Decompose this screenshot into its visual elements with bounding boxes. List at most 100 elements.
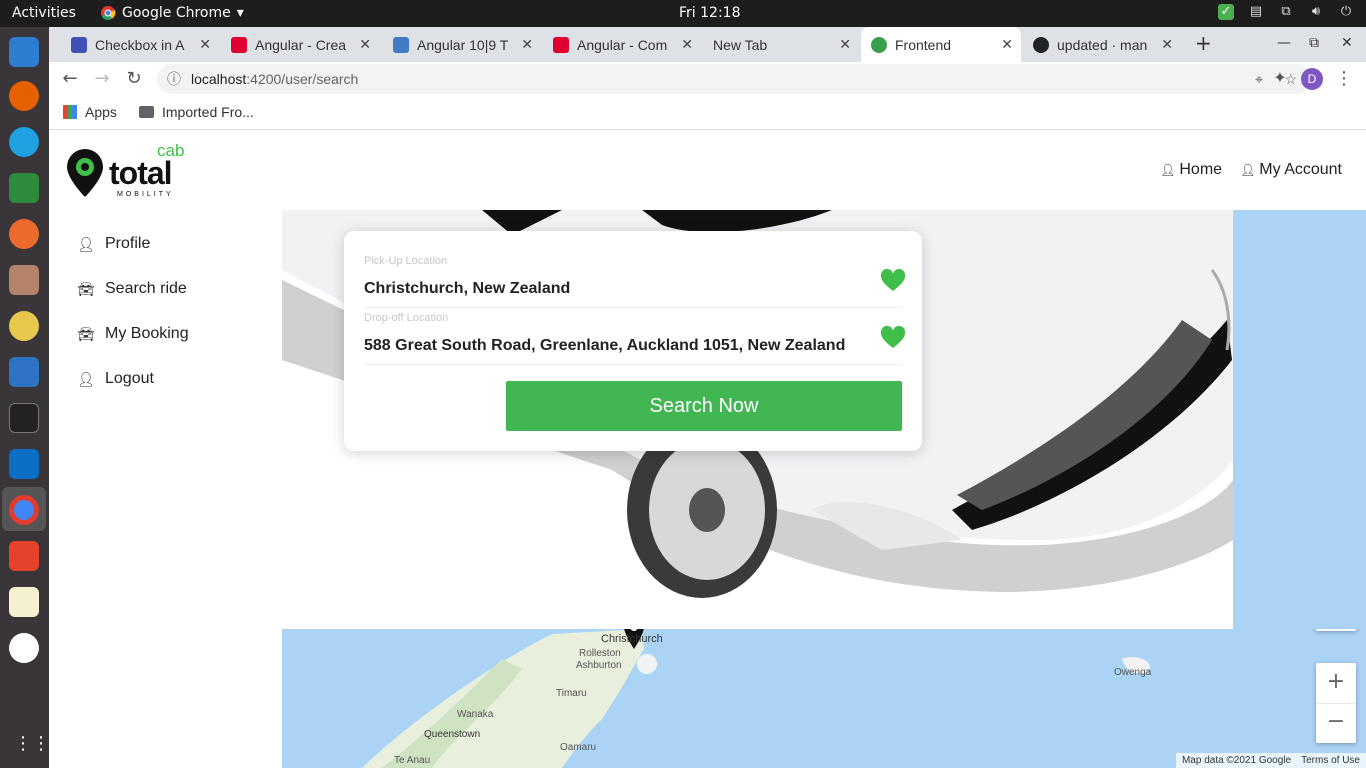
text-editor-icon[interactable] [9,587,39,617]
tab-checkbox[interactable]: Checkbox in A ✕ [61,27,219,62]
bookmark-label: Imported Fro... [162,104,254,120]
firefox-icon[interactable] [9,81,39,111]
map-attribution: Map data ©2021 Google [1181,755,1292,766]
info-icon[interactable]: ⓘ [167,64,181,94]
network-icon[interactable]: ⧉ [1278,4,1294,20]
map-attribution-bar: Map data ©2021 Google Terms of Use [1175,753,1366,768]
minimize-button[interactable]: — [1277,35,1291,51]
close-icon[interactable]: ✕ [681,36,693,53]
forward-arrow-icon[interactable]: → [91,68,113,89]
close-icon[interactable]: ✕ [1161,36,1173,53]
pegman-icon[interactable]: 🚶︎ [1316,629,1356,631]
restore-button[interactable]: ⧉ [1309,35,1319,51]
address-bar[interactable]: ⓘ localhost:4200/user/search ⌖ ☆ [157,64,1311,94]
postman-icon[interactable] [9,219,39,249]
new-tab-button[interactable]: + [1195,31,1212,55]
map-water [1233,210,1366,629]
tab-angular-tutorial[interactable]: Angular 10|9 T ✕ [383,27,541,62]
window-close-button[interactable]: ✕ [1341,35,1353,51]
divider [364,307,902,308]
app-menu[interactable]: Google Chrome ▾ [100,5,244,21]
close-icon[interactable]: ✕ [359,36,371,53]
sidebar: 👤︎ Profile 🚘︎ Search ride 🚘︎ My Booking … [77,221,277,401]
back-arrow-icon[interactable]: ← [59,68,81,89]
tab-angular-create[interactable]: Angular - Crea ✕ [221,27,379,62]
clock[interactable]: Fri 12:18 [679,5,740,21]
tab-angular-component[interactable]: Angular - Com ✕ [543,27,701,62]
bookmark-imported[interactable]: Imported Fro... [139,104,254,120]
heart-icon[interactable] [880,269,906,293]
close-icon[interactable]: ✕ [839,36,851,53]
folder-icon [139,106,154,118]
bookmark-label: Apps [85,104,117,120]
sidebar-item-profile[interactable]: 👤︎ Profile [77,221,277,266]
logo-sub-text: MOBILITY [117,191,174,198]
checkbox-site-icon [71,36,87,53]
tab-title: Frontend [895,36,952,53]
tutorial-site-icon [393,36,409,53]
map-place-label: Ashburton [576,660,622,671]
location-icon[interactable]: ⌖ [1255,64,1263,94]
extensions-icon[interactable]: ✦ [1269,68,1291,87]
pickup-input[interactable]: Christchurch, New Zealand [364,280,570,298]
vscode-icon[interactable] [9,37,39,67]
sidebar-item-label: My Booking [105,324,189,342]
close-icon[interactable]: ✕ [521,36,533,53]
tab-title: Angular - Crea [255,36,347,53]
menu-dots-icon[interactable]: ⋮ [1333,68,1355,89]
car-icon: 🚘︎ [77,325,95,342]
dropoff-input[interactable]: 588 Great South Road, Greenlane, Aucklan… [364,337,845,355]
spreadsheet-icon[interactable] [9,173,39,203]
nav-label: My Account [1259,161,1342,178]
browser-chrome: Checkbox in A ✕ Angular - Crea ✕ Angular… [49,27,1366,131]
screenshot-icon[interactable] [9,541,39,571]
keyboard-icon[interactable]: ▤ [1248,4,1264,20]
tab-frontend[interactable]: Frontend ✕ [861,27,1021,62]
tab-github[interactable]: updated · man ✕ [1023,27,1181,62]
writer-icon[interactable] [9,357,39,387]
url-path: :4200/user/search [246,71,359,87]
close-icon[interactable]: ✕ [199,36,211,53]
mongodb-icon[interactable] [9,633,39,663]
sidebar-item-logout[interactable]: 👤︎ Logout [77,356,277,401]
reload-icon[interactable]: ↻ [123,68,145,89]
apps-grid-icon [63,105,77,119]
chrome-icon [101,6,116,20]
dock: ⋮⋮⋮ [0,27,68,768]
site-logo[interactable]: total cab MOBILITY [65,141,189,199]
sidebar-item-search-ride[interactable]: 🚘︎ Search ride [77,266,277,311]
sidebar-item-my-booking[interactable]: 🚘︎ My Booking [77,311,277,356]
angular-icon [553,36,569,53]
nav-my-account[interactable]: 👤︎ My Account [1240,161,1342,179]
map-terms-link[interactable]: Terms of Use [1301,755,1360,766]
outlook-icon[interactable] [9,449,39,479]
update-icon[interactable]: ✓ [1218,4,1234,20]
heart-icon[interactable] [880,326,906,350]
skype-icon[interactable] [9,127,39,157]
dropoff-label: Drop-off Location [364,312,449,324]
search-now-button[interactable]: Search Now [506,381,902,431]
terminal-icon[interactable] [9,403,39,433]
zoom-out-button[interactable]: − [1316,703,1356,743]
nav-label: Home [1179,161,1223,178]
chrome-dock-icon[interactable] [9,495,39,525]
nav-home[interactable]: 👤︎ Home [1160,161,1222,179]
power-icon[interactable]: ⏻ [1338,4,1354,20]
map-place-label: Wanaka [457,709,494,720]
logo-cab-text: cab [157,141,185,160]
map[interactable]: Christchurch Rolleston Ashburton Timaru … [282,629,1366,768]
tab-new-tab[interactable]: New Tab ✕ [703,27,859,62]
profile-avatar[interactable]: D [1301,68,1323,90]
activities-button[interactable]: Activities [12,5,76,21]
frontend-icon [871,36,887,53]
map-land [362,629,1151,768]
zoom-in-button[interactable]: + [1316,663,1356,703]
web-page: total cab MOBILITY 👤︎ Home 👤︎ My Account 👤… [49,131,1366,768]
system-tray[interactable]: ✓ ▤ ⧉ 🔊︎ ⏻ [1218,4,1354,20]
close-icon[interactable]: ✕ [1001,36,1013,53]
archive-icon[interactable] [9,265,39,295]
rhythmbox-icon[interactable] [9,311,39,341]
github-icon [1033,36,1049,53]
volume-icon[interactable]: 🔊︎ [1308,4,1324,20]
bookmark-apps[interactable]: Apps [63,104,117,120]
